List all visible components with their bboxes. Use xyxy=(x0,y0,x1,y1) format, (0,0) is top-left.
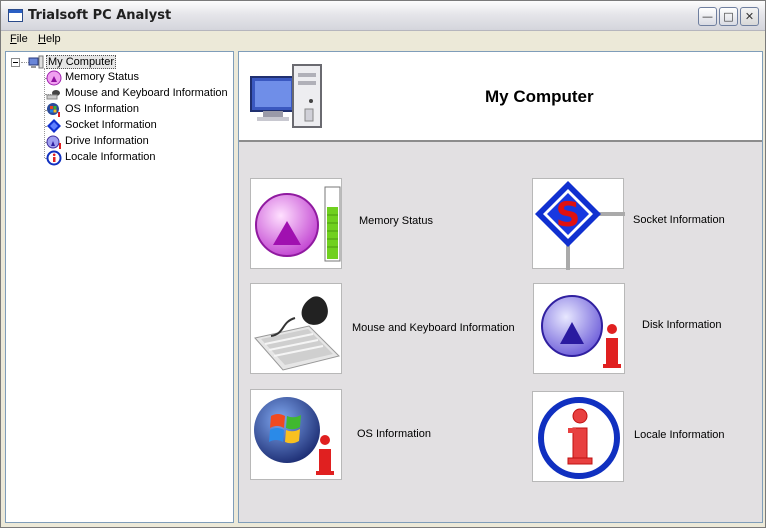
tile-memory-status[interactable] xyxy=(250,178,342,269)
windows-icon xyxy=(254,397,334,475)
memory-icon xyxy=(255,186,341,262)
tile-label-os-information[interactable]: OS Information xyxy=(357,428,431,440)
tile-socket-information[interactable]: S xyxy=(532,178,625,270)
app-icon xyxy=(8,9,23,22)
menu-help[interactable]: Help xyxy=(38,33,61,45)
mouse-icon xyxy=(46,90,60,100)
windows-icon xyxy=(47,103,60,117)
panel-header: My Computer xyxy=(239,52,762,142)
app-window: Trialsoft PC Analyst — □ ✕ File Help My … xyxy=(0,0,766,528)
tile-label-socket-information[interactable]: Socket Information xyxy=(633,214,725,226)
main-panel: My Computer Memory Status S Socket Infor… xyxy=(238,51,763,523)
mouse-keyboard-icon xyxy=(254,296,340,371)
computer-icon xyxy=(250,64,322,128)
tile-label-locale-information[interactable]: Locale Information xyxy=(634,429,725,441)
socket-icon: S xyxy=(535,181,625,270)
maximize-button[interactable]: □ xyxy=(719,7,738,26)
tile-os-information[interactable] xyxy=(250,389,342,480)
memory-icon xyxy=(46,70,62,86)
computer-icon xyxy=(28,55,44,69)
disk-icon xyxy=(46,135,61,149)
tile-locale-information[interactable] xyxy=(532,391,624,482)
navigation-tree[interactable]: My Computer Memory Status Mouse and Keyb… xyxy=(5,51,234,523)
tree-root-label: My Computer xyxy=(46,55,117,69)
tile-label-mouse-keyboard[interactable]: Mouse and Keyboard Information xyxy=(352,322,515,334)
tile-mouse-keyboard[interactable] xyxy=(250,283,342,374)
tile-disk-information[interactable] xyxy=(533,283,625,374)
svg-text:S: S xyxy=(556,195,581,235)
close-button[interactable]: ✕ xyxy=(740,7,759,26)
tree-collapse-toggle[interactable] xyxy=(11,58,20,67)
disk-icon xyxy=(541,295,621,368)
title-bar[interactable]: Trialsoft PC Analyst — □ ✕ xyxy=(1,1,765,31)
menu-bar: File Help xyxy=(1,31,765,50)
menu-file[interactable]: File xyxy=(10,33,28,45)
minimize-button[interactable]: — xyxy=(698,7,717,26)
tile-label-memory-status[interactable]: Memory Status xyxy=(359,215,433,227)
socket-icon xyxy=(47,119,61,133)
page-title: My Computer xyxy=(485,87,594,106)
info-icon xyxy=(46,150,62,166)
info-icon xyxy=(538,397,620,479)
tile-label-disk-information[interactable]: Disk Information xyxy=(642,319,721,331)
window-title: Trialsoft PC Analyst xyxy=(28,8,172,23)
